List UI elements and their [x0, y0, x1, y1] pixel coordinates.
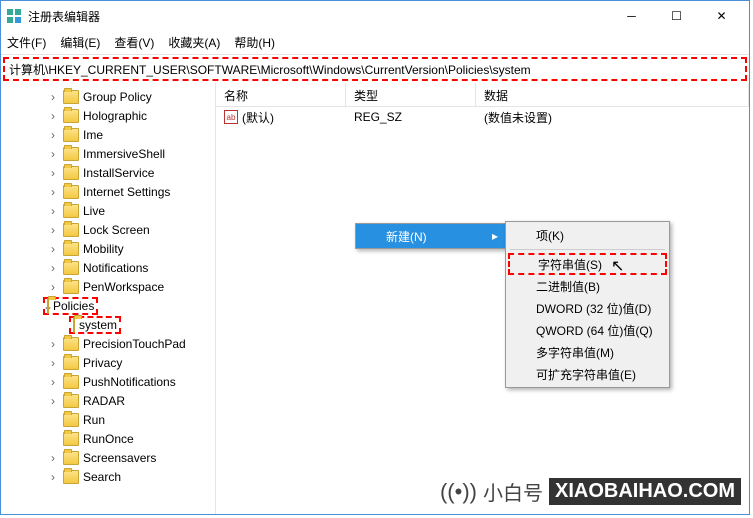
- folder-icon: [63, 375, 79, 389]
- folder-icon: [63, 128, 79, 142]
- folder-icon: [63, 337, 79, 351]
- minimize-button[interactable]: ─: [609, 2, 654, 31]
- tree-item[interactable]: ›PrecisionTouchPad: [1, 334, 215, 353]
- menu-view[interactable]: 查看(V): [114, 34, 154, 51]
- value-row[interactable]: ab (默认) REG_SZ (数值未设置): [216, 107, 749, 127]
- folder-icon: [63, 413, 79, 427]
- tree-item[interactable]: ›ImmersiveShell: [1, 144, 215, 163]
- separator: [510, 249, 665, 250]
- tree-item[interactable]: ›Notifications: [1, 258, 215, 277]
- menubar: 文件(F) 编辑(E) 查看(V) 收藏夹(A) 帮助(H): [1, 31, 749, 55]
- folder-icon: [63, 166, 79, 180]
- tree-item[interactable]: ›Holographic: [1, 106, 215, 125]
- string-icon: ab: [224, 110, 238, 124]
- folder-icon: [63, 90, 79, 104]
- ctx-binary-value[interactable]: 二进制值(B): [508, 275, 667, 297]
- folder-icon: [63, 109, 79, 123]
- folder-icon: [63, 394, 79, 408]
- col-header-name[interactable]: 名称: [216, 83, 346, 106]
- folder-icon: [73, 317, 75, 333]
- ctx-new[interactable]: 新建(N): [356, 224, 506, 248]
- folder-icon: [63, 261, 79, 275]
- column-headers: 名称 类型 数据: [216, 83, 749, 107]
- value-name: (默认): [242, 109, 274, 126]
- folder-icon: [63, 451, 79, 465]
- cursor-icon: ↖: [611, 256, 624, 276]
- ctx-string-value[interactable]: 字符串值(S): [508, 253, 667, 275]
- tree-item[interactable]: ›Privacy: [1, 353, 215, 372]
- folder-icon: [63, 242, 79, 256]
- tree-item[interactable]: ›Ime: [1, 125, 215, 144]
- folder-icon: [47, 298, 49, 314]
- context-menu-primary: 新建(N): [355, 223, 507, 249]
- close-button[interactable]: ✕: [699, 2, 744, 31]
- window-controls: ─ ☐ ✕: [609, 2, 744, 31]
- tree-item[interactable]: ›Live: [1, 201, 215, 220]
- ctx-qword-value[interactable]: QWORD (64 位)值(Q): [508, 319, 667, 341]
- brand-url: XIAOBAIHAO.COM: [549, 478, 741, 505]
- tree-item[interactable]: ›InstallService: [1, 163, 215, 182]
- value-data: (数值未设置): [476, 109, 749, 126]
- ctx-expandstring-value[interactable]: 可扩充字符串值(E): [508, 363, 667, 385]
- folder-icon: [63, 185, 79, 199]
- window-title: 注册表编辑器: [28, 8, 609, 25]
- tree-item[interactable]: ›PushNotifications: [1, 372, 215, 391]
- address-bar[interactable]: 计算机\HKEY_CURRENT_USER\SOFTWARE\Microsoft…: [3, 57, 747, 81]
- ctx-dword-value[interactable]: DWORD (32 位)值(D): [508, 297, 667, 319]
- tree-item[interactable]: ›Screensavers: [1, 448, 215, 467]
- folder-icon: [63, 147, 79, 161]
- folder-icon: [63, 432, 79, 446]
- context-menu-new: 项(K) 字符串值(S) 二进制值(B) DWORD (32 位)值(D) QW…: [505, 221, 670, 388]
- ctx-multistring-value[interactable]: 多字符串值(M): [508, 341, 667, 363]
- col-header-type[interactable]: 类型: [346, 83, 476, 106]
- folder-icon: [63, 204, 79, 218]
- tree-item[interactable]: ›Search: [1, 467, 215, 486]
- tree-item[interactable]: ›Group Policy: [1, 87, 215, 106]
- menu-favorites[interactable]: 收藏夹(A): [168, 34, 220, 51]
- folder-icon: [63, 223, 79, 237]
- tree-item-policies[interactable]: ⌄Policies: [1, 296, 215, 315]
- tree-item[interactable]: ›Lock Screen: [1, 220, 215, 239]
- ctx-key[interactable]: 项(K): [508, 224, 667, 246]
- tree-item[interactable]: ›PenWorkspace: [1, 277, 215, 296]
- tree-item-system[interactable]: system: [1, 315, 215, 334]
- value-type: REG_SZ: [346, 110, 476, 124]
- tree-item[interactable]: ›RADAR: [1, 391, 215, 410]
- menu-help[interactable]: 帮助(H): [234, 34, 275, 51]
- maximize-button[interactable]: ☐: [654, 2, 699, 31]
- address-text: 计算机\HKEY_CURRENT_USER\SOFTWARE\Microsoft…: [9, 61, 531, 78]
- brand-watermark: ((•)) 小白号 XIAOBAIHAO.COM: [440, 477, 741, 506]
- brand-name: 小白号: [483, 477, 543, 506]
- menu-file[interactable]: 文件(F): [7, 34, 46, 51]
- tree-item[interactable]: ›Internet Settings: [1, 182, 215, 201]
- app-icon: [6, 8, 22, 24]
- tree-item[interactable]: RunOnce: [1, 429, 215, 448]
- folder-icon: [63, 470, 79, 484]
- titlebar: 注册表编辑器 ─ ☐ ✕: [1, 1, 749, 31]
- tree-item[interactable]: ›Mobility: [1, 239, 215, 258]
- tree-item[interactable]: Run: [1, 410, 215, 429]
- menu-edit[interactable]: 编辑(E): [60, 34, 100, 51]
- col-header-data[interactable]: 数据: [476, 83, 749, 106]
- folder-icon: [63, 356, 79, 370]
- brand-logo-icon: ((•)): [440, 479, 477, 505]
- tree-panel: ›Group Policy ›Holographic ›Ime ›Immersi…: [1, 83, 216, 514]
- folder-icon: [63, 280, 79, 294]
